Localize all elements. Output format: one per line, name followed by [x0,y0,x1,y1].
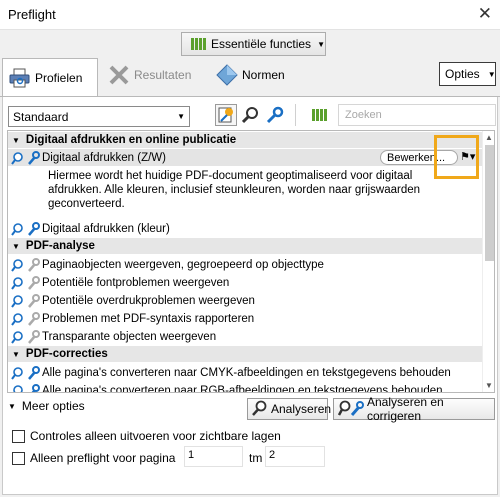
visible-layers-checkbox[interactable] [12,429,25,443]
vertical-scrollbar[interactable]: ▲ ▼ [482,131,494,392]
collapse-triangle-icon: ▼ [12,349,20,359]
item-description: Hiermee wordt het huidige PDF-document g… [48,170,421,210]
list-item[interactable]: Problemen met PDF-syntaxis rapporteren [8,310,482,327]
window-title: Preflight [8,7,56,22]
magnifier-wrench-icon [8,150,42,165]
collapse-triangle-icon: ▼ [8,401,16,411]
collapse-triangle-icon: ▼ [12,241,20,251]
search-input[interactable]: Zoeken [338,104,496,126]
tab-profielen[interactable]: Profielen [2,58,98,97]
magnifier-wrench-icon [8,383,42,392]
magnifier-icon[interactable] [240,104,262,126]
tab-label: Profielen [35,71,83,85]
printer-icon [9,67,31,89]
magnifier-wrench-icon [8,365,42,380]
item-label: Digitaal afdrukken (Z/W) [42,151,166,164]
list-item[interactable]: Paginaobjecten weergeven, gegroepeerd op… [8,256,482,273]
item-label: Potentiële fontproblemen weergeven [42,276,230,289]
list-item[interactable]: Digitaal afdrukken (Z/W) Bewerken... ⚑▾ [8,149,482,166]
visible-layers-option[interactable]: Controles alleen uitvoeren voor zichtbar… [12,429,281,443]
function-set-label: Essentiële functies [211,37,312,51]
tab-label: Normen [242,68,285,82]
page-to-label: tm [249,451,263,465]
item-label: Problemen met PDF-syntaxis rapporteren [42,312,255,325]
magnifier-wrench-icon [337,400,364,419]
item-label: Alle pagina's converteren naar CMYK-afbe… [42,366,451,379]
group-header[interactable]: ▼ PDF-correcties [8,346,482,362]
close-icon[interactable]: ✕ [478,4,492,24]
list-item[interactable]: Digitaal afdrukken (kleur) [8,220,482,237]
group-header[interactable]: ▼ PDF-analyse [8,238,482,254]
page-to-input[interactable]: 2 [265,446,325,467]
bars-icon[interactable] [311,104,333,126]
magnifier-wrench-icon [8,275,42,290]
item-label: Alle pagina's converteren naar RGB-afbee… [42,384,443,393]
scroll-down-icon[interactable]: ▼ [485,381,493,390]
collapse-triangle-icon: ▼ [12,135,20,145]
analyze-button[interactable]: Analyseren [247,398,331,420]
magnifier-wrench-icon [8,293,42,308]
item-label: Potentiële overdrukproblemen weergeven [42,294,255,307]
item-label: Paginaobjecten weergeven, gegroepeerd op… [42,258,324,271]
page-range-checkbox[interactable] [12,451,25,465]
chevron-down-icon: ▼ [177,112,185,121]
profile-dropdown[interactable]: Standaard ▼ [8,106,190,127]
diamond-icon [216,64,238,86]
scroll-thumb[interactable] [485,145,494,261]
highlight-box [434,135,479,179]
toolbar-separator [295,104,296,126]
chevron-down-icon: ▼ [317,39,325,49]
profile-list: ▼ Digitaal afdrukken en online publicati… [7,130,495,393]
analyze-and-fix-button[interactable]: Analyseren en corrigeren [333,395,495,423]
options-label: Opties [445,67,480,81]
list-item[interactable]: Alle pagina's converteren naar RGB-afbee… [8,382,482,393]
magnifier-icon [252,400,268,419]
page-from-input[interactable]: 1 [184,446,243,467]
profile-dropdown-value: Standaard [13,109,69,124]
options-button[interactable]: Opties ▼ [439,62,496,86]
magnifier-wrench-icon [8,257,42,272]
title-bar: Preflight ✕ [0,0,500,30]
page-range-option[interactable]: Alleen preflight voor pagina [12,451,175,465]
tab-label: Resultaten [134,68,192,82]
list-item[interactable]: Alle pagina's converteren naar CMYK-afbe… [8,364,482,381]
profile-wizard-icon[interactable] [215,104,237,126]
scroll-up-icon[interactable]: ▲ [485,133,493,142]
group-header[interactable]: ▼ Digitaal afdrukken en online publicati… [8,132,482,148]
function-set-dropdown[interactable]: Essentiële functies ▼ [181,32,326,56]
wrench-icon[interactable] [264,104,286,126]
tab-resultaten[interactable]: Resultaten [108,64,191,86]
list-item[interactable]: Potentiële fontproblemen weergeven [8,274,482,291]
magnifier-wrench-icon [8,329,42,344]
bars-icon [191,38,206,50]
tools-icon [108,64,130,86]
item-label: Transparante objecten weergeven [42,330,217,343]
list-item[interactable]: Transparante objecten weergeven [8,328,482,345]
magnifier-wrench-icon [8,311,42,326]
tab-normen[interactable]: Normen [216,64,285,86]
more-options-toggle[interactable]: ▼ Meer opties [8,399,85,413]
chevron-down-icon: ▼ [487,69,496,79]
magnifier-wrench-icon [8,221,42,236]
item-label: Digitaal afdrukken (kleur) [42,222,170,235]
list-item[interactable]: Potentiële overdrukproblemen weergeven [8,292,482,309]
